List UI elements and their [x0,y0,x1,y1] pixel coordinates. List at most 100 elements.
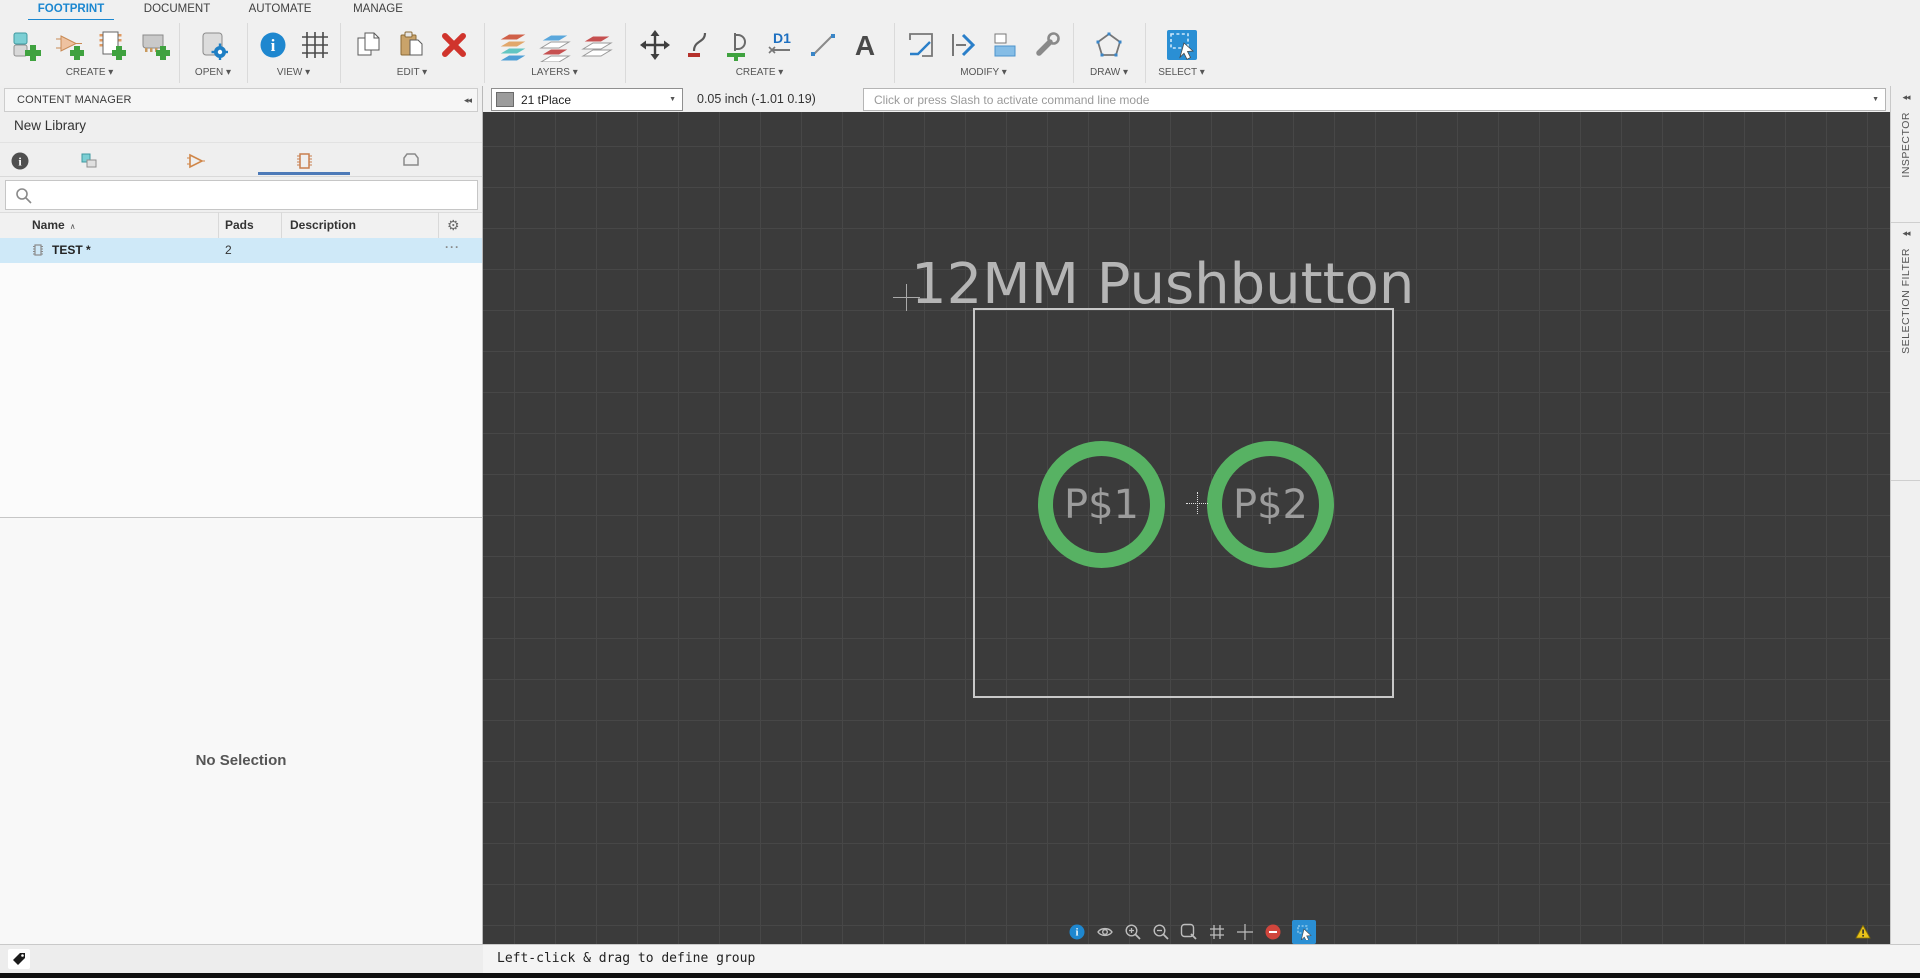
layer-toolbar: 21 tPlace ▼ 0.05 inch (-1.01 0.19) ▼ [483,86,1890,112]
toolbar-group-open: OPEN ▾ [179,23,248,83]
info-tab-icon[interactable]: i [9,150,31,172]
toolbar-group-create2: D1 A CREATE ▾ [625,23,895,83]
eye-icon[interactable] [1096,923,1114,941]
zoom-fit-icon[interactable] [1180,923,1198,941]
search-input[interactable] [38,183,477,207]
layer-dropdown[interactable]: 21 tPlace ▼ [491,88,683,111]
box-select-icon[interactable] [1165,28,1199,62]
wrench-icon[interactable] [1030,28,1064,62]
tab-document[interactable]: DOCUMENT [144,3,210,15]
information-icon[interactable]: i [1068,923,1086,941]
footprint-tab-icon[interactable] [293,150,315,172]
column-header-pads[interactable]: Pads [225,218,254,232]
new-3d-model-icon[interactable] [136,28,170,62]
new-footprint-icon[interactable] [94,28,128,62]
pad-icon[interactable] [722,28,756,62]
status-bar-left [0,944,483,974]
toolbar-group-create: CREATE ▾ [0,23,180,83]
selection-filter-panel-collapsed[interactable]: ◂◂ SELECTION FILTER [1891,222,1920,481]
table-row[interactable]: TEST * 2 ··· [0,238,482,264]
panel-title: CONTENT MANAGER [17,94,132,106]
tab-manage[interactable]: MANAGE [353,3,403,15]
svg-text:i: i [270,36,275,55]
origin-icon[interactable] [1236,923,1254,941]
toolbar-group-label-view[interactable]: VIEW ▾ [277,67,310,78]
toolbar-group-edit: EDIT ▾ [340,23,485,83]
miter-icon[interactable] [904,28,938,62]
canvas-quick-toolbar: i [1068,920,1316,944]
toolbar-group-label-edit[interactable]: EDIT ▾ [397,67,427,78]
polygon-icon[interactable] [1092,28,1126,62]
toolbar-group-label-create2[interactable]: CREATE ▾ [736,67,784,78]
symbol-tab-icon[interactable] [185,150,207,172]
open-library-icon[interactable] [196,28,230,62]
row-menu-button[interactable]: ··· [445,240,460,254]
search-box[interactable] [5,180,478,210]
toolbar-group-label-open[interactable]: OPEN ▾ [195,67,231,78]
text-icon[interactable]: A [848,28,882,62]
new-device-icon[interactable] [10,28,44,62]
tag-button[interactable] [8,949,30,969]
canvas[interactable]: 12MM Pushbutton P$1 P$2 i [483,112,1890,944]
status-bar-message-area: Left-click & drag to define group [483,944,1920,974]
route-icon[interactable] [680,28,714,62]
pad-label: P$2 [1232,481,1309,528]
layer-visibility-icon[interactable] [538,28,572,62]
expand-panel-icon[interactable]: ◂◂ [1896,228,1915,239]
text-origin-marker [906,284,907,311]
align-icon[interactable] [988,28,1022,62]
column-header-name[interactable]: Name ∧ [32,218,76,232]
paste-icon[interactable] [395,28,429,62]
column-name-label: Name [32,218,65,232]
toolbar-group-label-select[interactable]: SELECT ▾ [1158,67,1205,78]
toolbar-group-label-layers[interactable]: LAYERS ▾ [531,67,578,78]
delete-icon[interactable] [437,28,471,62]
direction-icon[interactable] [946,28,980,62]
grid-icon[interactable] [298,28,332,62]
pad-p2[interactable]: P$2 [1207,441,1334,568]
table-body[interactable] [0,263,482,517]
table-header: Name ∧ Pads Description ⚙ [0,212,482,240]
toolbar-group-label-draw[interactable]: DRAW ▾ [1090,67,1128,78]
toolbar-group-label-create[interactable]: CREATE ▾ [66,67,114,78]
package3d-tab-icon[interactable] [400,150,422,172]
box-select-icon[interactable] [1292,920,1316,944]
column-header-description[interactable]: Description [290,218,356,232]
remove-icon[interactable] [1264,923,1282,941]
layer-colors-icon[interactable] [496,28,530,62]
move-icon[interactable] [638,28,672,62]
footprint-origin-marker [1197,492,1198,514]
copy-icon[interactable] [353,28,387,62]
chevron-down-icon: ▼ [669,96,676,103]
cursor-icon [1297,925,1312,940]
content-manager-header[interactable]: CONTENT MANAGER ◂◂ [4,88,478,112]
grid-toggle-icon[interactable] [1208,923,1226,941]
warning-icon[interactable] [1855,924,1871,940]
command-input[interactable] [872,91,1867,108]
device-tab-icon[interactable] [78,150,100,172]
preview-pane: No Selection [0,518,482,944]
inspector-panel-collapsed[interactable]: ◂◂ INSPECTOR [1891,86,1920,223]
information-icon[interactable]: i [256,28,290,62]
gear-icon[interactable]: ⚙ [447,217,460,234]
command-line[interactable]: ▼ [863,88,1886,111]
zoom-out-icon[interactable] [1152,923,1170,941]
tab-footprint[interactable]: FOOTPRINT [38,3,104,15]
tag-icon [13,953,25,965]
line-icon[interactable] [806,28,840,62]
application-window: FOOTPRINT DOCUMENT AUTOMATE MANAGE CREAT… [0,0,1920,978]
sort-ascending-icon: ∧ [69,222,76,231]
zoom-in-icon[interactable] [1124,923,1142,941]
toolbar-group-draw: DRAW ▾ [1073,23,1146,83]
toolbar-group-label-modify[interactable]: MODIFY ▾ [960,67,1007,78]
chevron-down-icon[interactable]: ▼ [1866,96,1885,103]
expand-panel-icon[interactable]: ◂◂ [1896,92,1915,103]
name-icon[interactable]: D1 [764,28,798,62]
selection-filter-label: SELECTION FILTER [1900,248,1912,354]
new-symbol-icon[interactable] [52,28,86,62]
layer-stack-icon[interactable] [580,28,614,62]
toolbar-group-view: i VIEW ▾ [247,23,341,83]
pad-p1[interactable]: P$1 [1038,441,1165,568]
collapse-panel-icon[interactable]: ◂◂ [458,95,477,106]
tab-automate[interactable]: AUTOMATE [249,3,312,15]
